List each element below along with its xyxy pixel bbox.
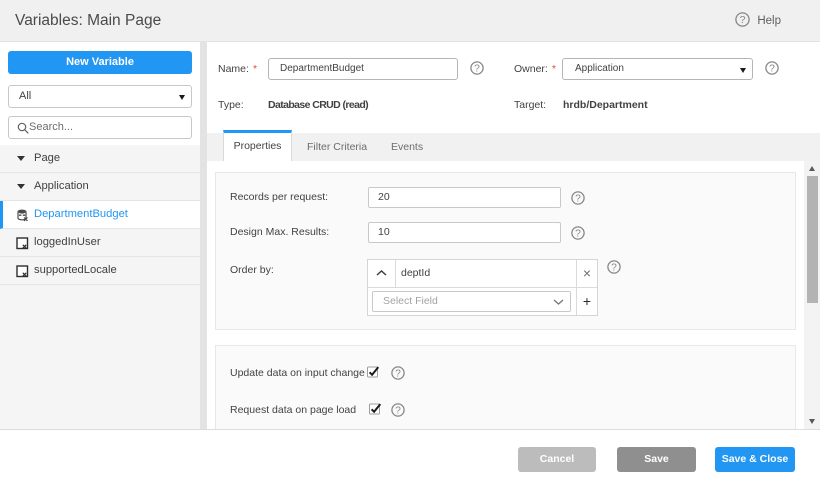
svg-text:?: ? <box>575 228 581 239</box>
svg-text:?: ? <box>395 368 401 379</box>
svg-text:?: ? <box>769 64 775 75</box>
svg-text:?: ? <box>611 263 617 274</box>
svg-text:?: ? <box>395 405 401 416</box>
svg-text:?: ? <box>740 14 746 26</box>
svg-text:?: ? <box>474 64 480 75</box>
svg-text:?: ? <box>575 193 581 204</box>
